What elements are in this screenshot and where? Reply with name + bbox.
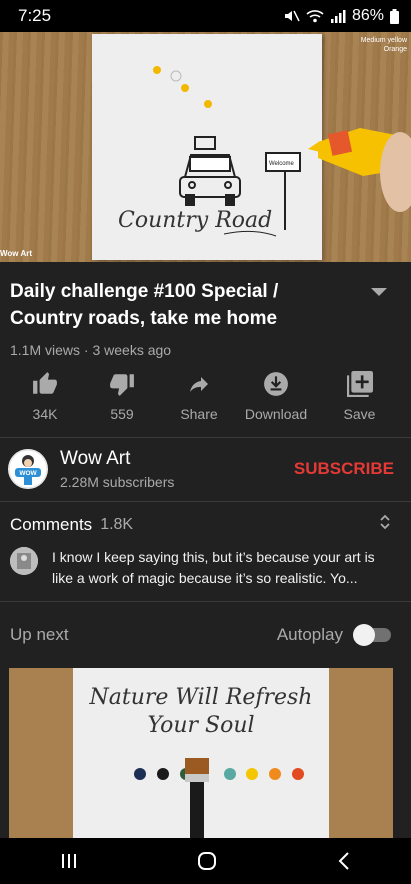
comments-count: 1.8K [100, 515, 134, 533]
wifi-icon [306, 10, 324, 23]
dislike-button[interactable]: 559 [90, 368, 154, 434]
download-icon [264, 372, 288, 396]
thumbs-down-icon [110, 374, 134, 396]
channel-name[interactable]: Wow Art [60, 448, 294, 470]
comment-preview-text: I know I keep saying this, but it’s beca… [52, 549, 375, 586]
commenter-avatar [10, 547, 38, 575]
painting-title: Country Road [118, 208, 273, 233]
marker-pen [308, 128, 411, 212]
back-icon[interactable] [336, 851, 352, 871]
dislike-count: 559 [110, 406, 134, 422]
color-overlay-text: Medium yellow Orange [360, 37, 407, 53]
recent-apps-icon[interactable] [59, 852, 79, 870]
channel-avatar[interactable]: WOW [8, 449, 48, 489]
battery-icon [390, 8, 399, 24]
battery-percent: 86% [351, 7, 384, 24]
autoplay-label: Autoplay [276, 625, 343, 644]
channel-row: WOW Wow Art 2.28M subscribers SUBSCRIBE [0, 438, 411, 500]
thumbs-up-icon [33, 372, 57, 394]
share-button[interactable]: Share [154, 368, 244, 434]
save-button[interactable]: Save [308, 368, 411, 434]
like-count: 34K [32, 406, 58, 422]
expand-comments-icon[interactable] [379, 514, 391, 535]
autoplay-toggle[interactable] [353, 624, 391, 646]
up-next-row: Up next Autoplay [0, 602, 411, 668]
download-button[interactable]: Download [244, 368, 308, 434]
wow-art-logo-icon: WOW [8, 449, 48, 489]
up-next-label: Up next [10, 625, 69, 644]
next-video-thumbnail[interactable]: Nature Will Refresh Your Soul [9, 668, 393, 838]
video-title[interactable]: Daily challenge #100 Special / Country r… [10, 278, 350, 332]
expand-description-icon[interactable] [371, 288, 387, 296]
download-label: Download [244, 406, 308, 422]
add-to-playlist-icon [346, 371, 373, 397]
signal-icon [330, 10, 346, 23]
autoplay-knob [353, 624, 375, 646]
save-label: Save [343, 406, 376, 422]
svg-text:WOW: WOW [19, 470, 37, 477]
system-nav-bar [0, 838, 411, 884]
action-bar: 34K 559 Share Download Save [0, 368, 411, 434]
subscribe-button[interactable]: SUBSCRIBE [294, 459, 394, 479]
paint-dots-illustration [134, 758, 304, 838]
video-meta: 1.1M views · 3 weeks ago [10, 342, 172, 358]
video-player[interactable]: Welcome Country Road Medium yellow Orang… [0, 32, 411, 262]
status-bar: 7:25 86% [0, 0, 411, 32]
status-time: 7:25 [18, 6, 52, 25]
mute-icon [284, 10, 300, 22]
share-label: Share [180, 406, 218, 422]
channel-watermark: Wow Art [0, 249, 32, 258]
home-icon[interactable] [196, 850, 218, 872]
like-button[interactable]: 34K [0, 368, 90, 434]
subscriber-count: 2.28M subscribers [60, 474, 175, 490]
sign-text: Welcome [269, 161, 295, 167]
status-icons: 86% [284, 7, 399, 25]
video-info: Daily challenge #100 Special / Country r… [0, 262, 411, 358]
comments-label: Comments [10, 514, 93, 534]
comments-section[interactable]: Comments 1.8K I know I keep saying this,… [0, 501, 411, 601]
share-icon [190, 377, 208, 392]
